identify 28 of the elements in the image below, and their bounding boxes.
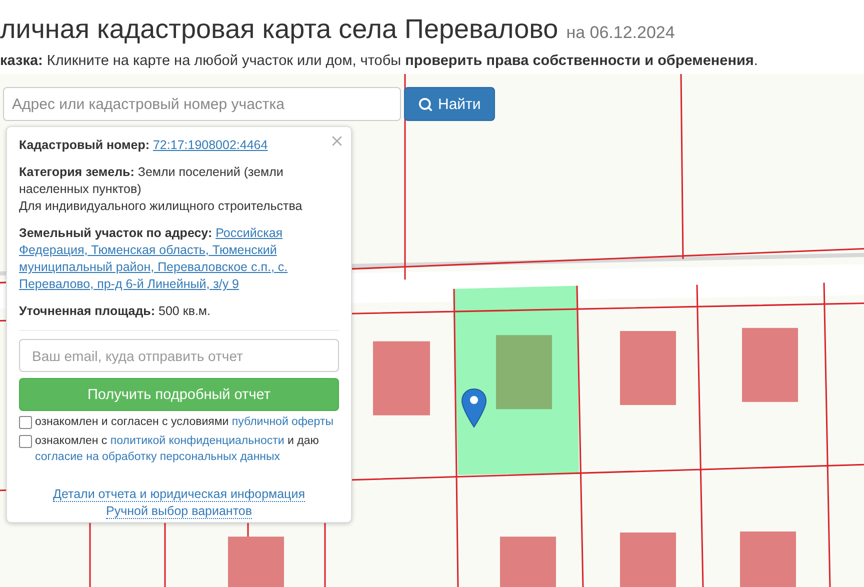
usage-text: Для индивидуального жилищного строительства [19, 199, 302, 213]
address-link[interactable]: Российская [216, 226, 283, 240]
area-text: Уточненная площадь: 500 кв.м. [19, 304, 210, 318]
address-link[interactable]: муниципальный район, Переваловское с.п., с. [19, 260, 288, 274]
address-link[interactable]: Перевалово, пр-д 6-й Линейный, з/у 9 [19, 277, 240, 291]
map-pin-icon [461, 388, 487, 428]
consent-link[interactable]: согласие на обработку персональных данных [35, 451, 280, 463]
get-report-button[interactable]: Получить подробный отчет [19, 378, 339, 411]
field-label: Земельный участок по адресу: [19, 226, 212, 240]
search-icon [418, 96, 433, 112]
category-text: Категория земель: Земли поселений (земли населенных пунктов) [19, 165, 284, 196]
cadastral-number-link[interactable]: 72:17:1908002:4464 [152, 138, 268, 152]
checkbox[interactable] [19, 416, 32, 429]
consent-text: ознакомлен и согласен с условиями публичной оферты [35, 415, 334, 430]
search-button[interactable]: Найти [404, 87, 495, 121]
address-link[interactable]: Федерация, Тюменская область, Тюменский [19, 243, 277, 257]
date-text: на 06.12.2024 [566, 23, 675, 43]
footer-link[interactable]: Детали отчета и юридическая информация [53, 487, 305, 502]
consent-text: ознакомлен с политикой конфиденциальности и даю согласие на обработку персональных данных [35, 434, 320, 465]
consent-link[interactable]: политикой конфиденциальности [110, 435, 284, 447]
hint-text: казка: Кликните на карте на любой участок или дом, чтобы проверить права собственности и обременения. [0, 53, 759, 69]
checkbox[interactable] [19, 435, 32, 448]
page-title: личная кадастровая карта села Перевалово [0, 14, 558, 45]
search-field[interactable]: Адрес или кадастровый номер участка [3, 87, 401, 121]
footer-link[interactable]: Ручной выбор вариантов [106, 504, 252, 519]
consent-link[interactable]: публичной оферты [232, 416, 334, 428]
email-field[interactable]: Ваш email, куда отправить отчет [19, 339, 339, 372]
field-label: Кадастровый номер: [19, 138, 150, 152]
